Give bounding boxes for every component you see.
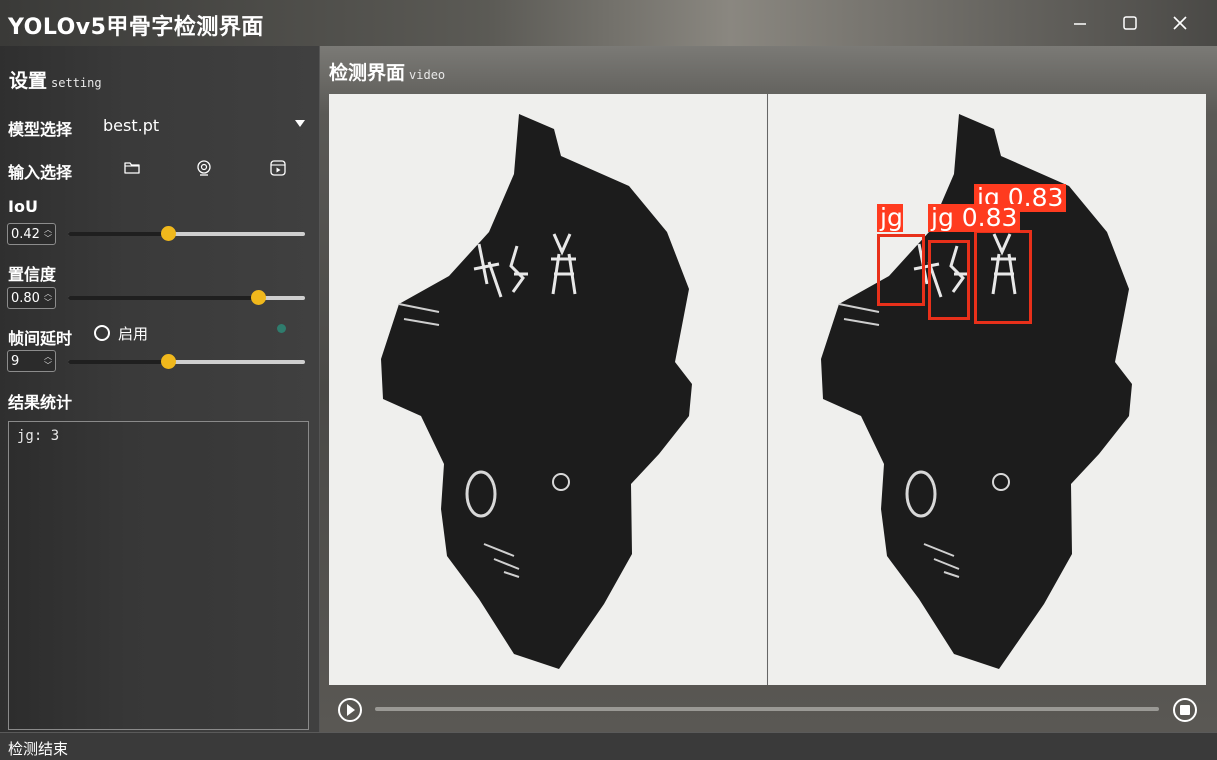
iou-slider-handle[interactable] <box>160 226 176 241</box>
iou-value[interactable]: 0.42 <box>11 227 40 242</box>
window-title: YOLOv5甲骨字检测界面 <box>8 15 264 40</box>
delay-value[interactable]: 9 <box>11 354 19 369</box>
folder-icon[interactable] <box>122 158 142 178</box>
detection-label: jg 0.83 <box>928 204 1021 232</box>
delay-enable-radio[interactable] <box>94 325 110 341</box>
model-label: 模型选择 <box>8 120 73 139</box>
iou-label: IoU <box>8 197 38 216</box>
status-dot <box>277 324 286 333</box>
confidence-slider-handle[interactable] <box>250 290 266 305</box>
status-text: 检测结束 <box>8 740 69 758</box>
close-icon[interactable] <box>1167 10 1193 36</box>
frame-divider <box>767 94 768 685</box>
maximize-icon[interactable] <box>1117 10 1143 36</box>
result-text: jg: 3 <box>17 428 60 444</box>
delay-slider-fill <box>68 360 168 364</box>
detection-panel: 检测界面 video jg 0.83 jg jg 0.83 <box>320 46 1217 732</box>
chevron-down-icon[interactable] <box>295 120 305 127</box>
delay-slider-handle[interactable] <box>160 354 176 369</box>
frame-delay-label: 帧间延时 <box>8 329 73 348</box>
progress-bar[interactable] <box>375 707 1159 711</box>
result-frame: jg 0.83 jg jg 0.83 <box>769 94 1206 685</box>
result-textbox[interactable]: jg: 3 <box>8 421 309 730</box>
spin-arrows-icon[interactable]: ︿ ﹀ <box>44 352 52 370</box>
detection-label: jg <box>877 204 903 232</box>
input-label: 输入选择 <box>8 163 73 182</box>
video-file-icon[interactable] <box>268 158 288 178</box>
result-label: 结果统计 <box>8 393 73 412</box>
delay-spinbox[interactable]: 9 ︿ ﹀ <box>7 350 56 372</box>
iou-slider-fill <box>68 232 168 236</box>
play-icon[interactable] <box>338 698 362 722</box>
detection-title-text: 检测界面 <box>329 62 406 84</box>
iou-spinbox[interactable]: 0.42 ︿ ﹀ <box>7 223 56 245</box>
settings-subtitle: setting <box>51 76 102 90</box>
spin-arrows-icon[interactable]: ︿ ﹀ <box>44 289 52 307</box>
source-frame <box>329 94 766 685</box>
detection-box <box>974 230 1032 324</box>
delay-slider[interactable] <box>68 354 305 369</box>
delay-enable-label[interactable]: 启用 <box>118 323 148 344</box>
confidence-slider-fill <box>68 296 258 300</box>
title-bar: YOLOv5甲骨字检测界面 <box>0 0 1217 46</box>
webcam-icon[interactable] <box>194 158 214 178</box>
video-viewer: jg 0.83 jg jg 0.83 <box>329 94 1206 685</box>
detection-subtitle: video <box>409 68 446 82</box>
confidence-slider[interactable] <box>68 290 305 305</box>
confidence-label: 置信度 <box>8 265 57 284</box>
stop-icon[interactable] <box>1173 698 1197 722</box>
detection-box <box>877 234 925 306</box>
model-select-value[interactable]: best.pt <box>103 116 159 135</box>
detection-box <box>928 240 970 320</box>
confidence-value[interactable]: 0.80 <box>11 291 40 306</box>
oracle-bone-image <box>381 114 692 669</box>
settings-panel: 设置 setting 模型选择 best.pt 输入选择 IoU 0.42 ︿ ﹀ … <box>0 46 320 732</box>
iou-slider[interactable] <box>68 226 305 241</box>
status-bar: 检测结束 <box>0 732 1217 760</box>
settings-title-text: 设置 <box>9 70 48 92</box>
minimize-icon[interactable] <box>1067 10 1093 36</box>
settings-title: 设置 setting <box>9 66 102 93</box>
detection-title: 检测界面 video <box>329 58 445 85</box>
confidence-spinbox[interactable]: 0.80 ︿ ﹀ <box>7 287 56 309</box>
spin-arrows-icon[interactable]: ︿ ﹀ <box>44 225 52 243</box>
